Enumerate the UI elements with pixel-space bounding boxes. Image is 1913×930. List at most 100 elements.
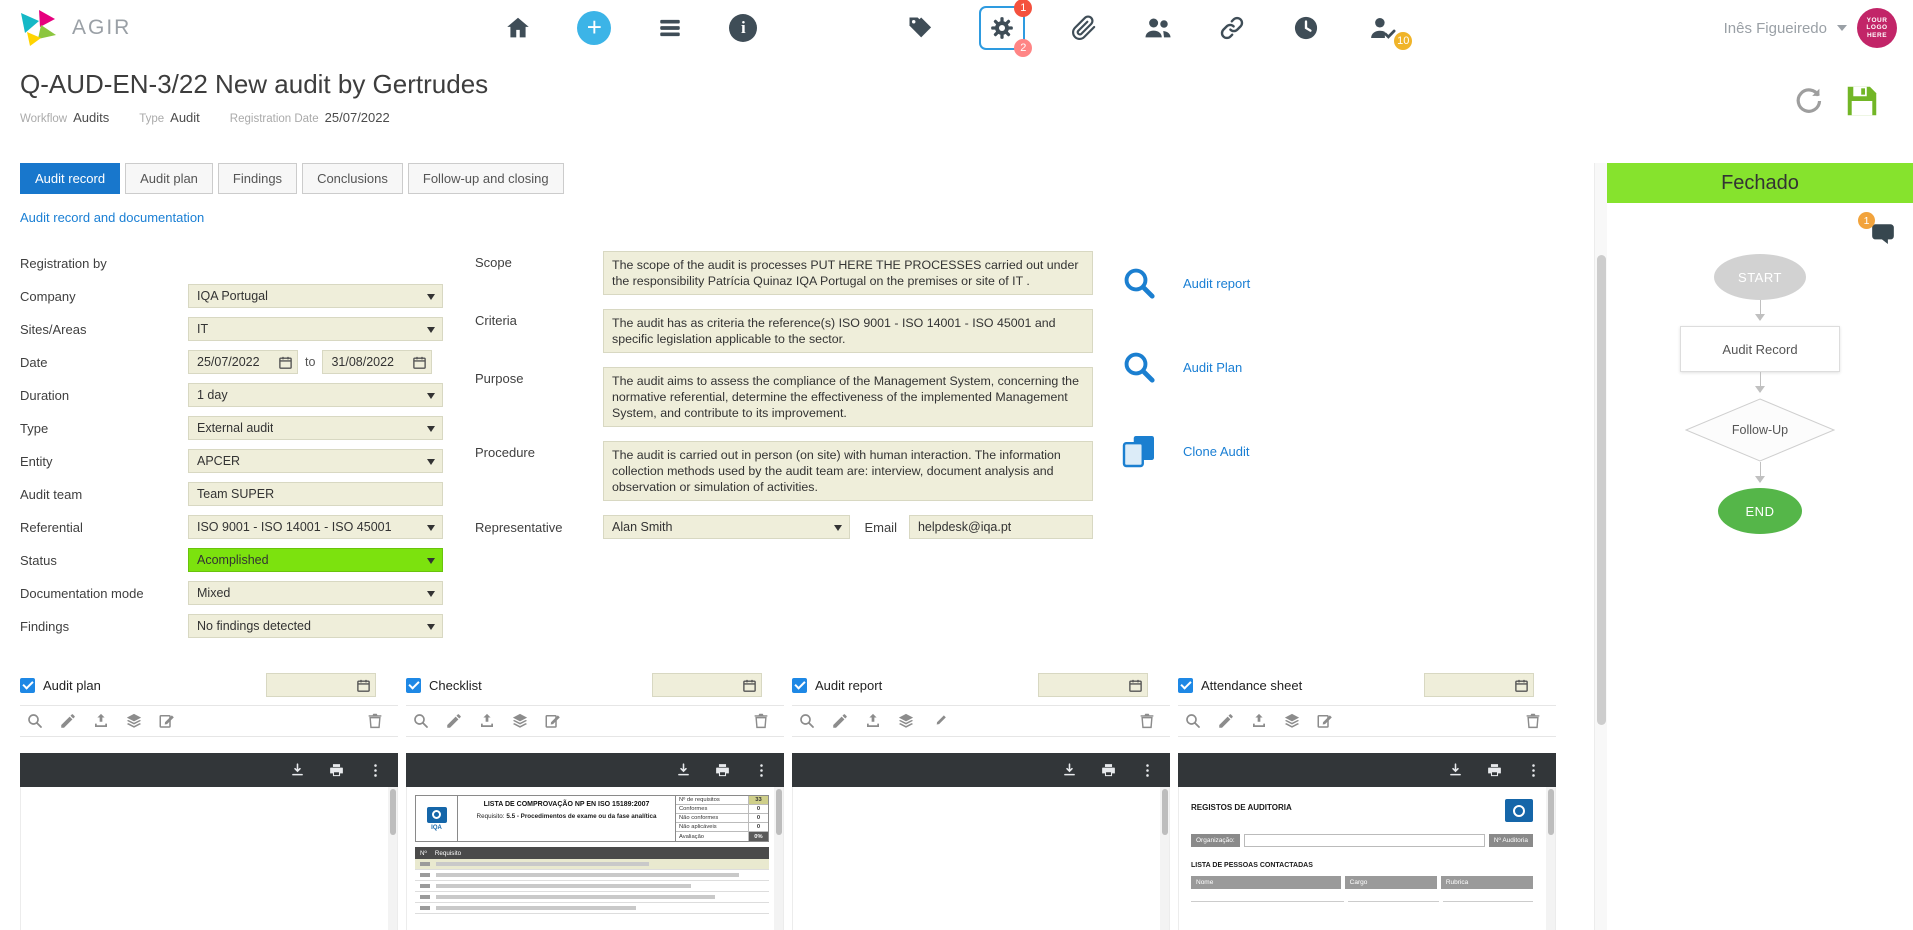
upload-icon[interactable] — [92, 712, 110, 730]
link-icon[interactable] — [1217, 13, 1247, 43]
delete-icon[interactable] — [1524, 712, 1542, 730]
tab-findings[interactable]: Findings — [217, 163, 298, 194]
date-to-input[interactable]: 31/08/2022 — [322, 350, 433, 374]
search-icon[interactable] — [412, 712, 430, 730]
checklist-date-input[interactable] — [652, 673, 762, 697]
list-icon[interactable] — [655, 13, 685, 43]
checklist-checkbox[interactable] — [406, 677, 421, 693]
comments-button[interactable]: 1 — [1858, 212, 1897, 252]
workflow-start-node[interactable]: START — [1714, 254, 1806, 300]
print-icon[interactable] — [1486, 762, 1503, 779]
layers-icon[interactable] — [511, 712, 529, 730]
workflow-decision-node[interactable]: Follow-Up — [1685, 398, 1835, 462]
more-icon[interactable] — [1525, 762, 1542, 779]
print-icon[interactable] — [328, 762, 345, 779]
search-icon[interactable] — [798, 712, 816, 730]
register-icon[interactable] — [1316, 712, 1334, 730]
audit-report-action[interactable]: Audit report — [1121, 265, 1250, 301]
audit-report-link[interactable]: Audit report — [1183, 276, 1250, 291]
audit-plan-checkbox[interactable] — [20, 677, 35, 693]
audit-plan-action[interactable]: Audit Plan — [1121, 349, 1250, 385]
findings-select[interactable]: No findings detected — [188, 614, 443, 638]
register-icon[interactable] — [544, 712, 562, 730]
register-icon[interactable] — [930, 712, 948, 730]
settings-icon-selected[interactable]: 1 2 — [979, 0, 1033, 57]
search-icon[interactable] — [1184, 712, 1202, 730]
pdf-preview-checklist[interactable]: IQA LISTA DE COMPROVAÇÃO NP EN ISO 15189… — [406, 787, 784, 930]
download-icon[interactable] — [1061, 762, 1078, 779]
download-icon[interactable] — [1447, 762, 1464, 779]
add-icon[interactable] — [577, 11, 612, 45]
tab-conclusions[interactable]: Conclusions — [302, 163, 403, 194]
clone-audit-action[interactable]: Clone Audit — [1121, 433, 1250, 469]
procedure-textarea[interactable]: The audit is carried out in person (on s… — [603, 441, 1093, 501]
avatar[interactable]: YOUR LOGO HERE — [1857, 8, 1897, 48]
info-icon[interactable] — [729, 14, 758, 42]
pdf-scrollbar[interactable] — [774, 787, 783, 930]
more-icon[interactable] — [1139, 762, 1156, 779]
edit-icon[interactable] — [445, 712, 463, 730]
company-select[interactable]: IQA Portugal — [188, 284, 443, 308]
more-icon[interactable] — [753, 762, 770, 779]
email-field[interactable]: helpdesk@iqa.pt — [908, 515, 1093, 539]
refresh-icon[interactable] — [1793, 85, 1825, 122]
delete-icon[interactable] — [1138, 712, 1156, 730]
duration-select[interactable]: 1 day — [188, 383, 443, 407]
pdf-preview-attendance-sheet[interactable]: REGISTOS DE AUDITORIA Organização: Nº Au… — [1178, 787, 1556, 930]
upload-icon[interactable] — [1250, 712, 1268, 730]
purpose-textarea[interactable]: The audit aims to assess the compliance … — [603, 367, 1093, 427]
workflow-end-node[interactable]: END — [1718, 488, 1802, 534]
workflow-task-node[interactable]: Audit Record — [1680, 326, 1840, 372]
edit-icon[interactable] — [1217, 712, 1235, 730]
scope-textarea[interactable]: The scope of the audit is processes PUT … — [603, 251, 1093, 295]
audit-plan-link[interactable]: Audit Plan — [1183, 360, 1242, 375]
delete-icon[interactable] — [366, 712, 384, 730]
pdf-preview-audit-report[interactable] — [792, 787, 1170, 930]
scrollbar-thumb[interactable] — [1597, 255, 1606, 725]
layers-icon[interactable] — [897, 712, 915, 730]
tab-follow-up[interactable]: Follow-up and closing — [407, 163, 564, 194]
download-icon[interactable] — [675, 762, 692, 779]
users-icon[interactable] — [1143, 13, 1173, 43]
delete-icon[interactable] — [752, 712, 770, 730]
status-select[interactable]: Acomplished — [188, 548, 443, 572]
criteria-textarea[interactable]: The audit has as criteria the reference(… — [603, 309, 1093, 353]
audit-report-checkbox[interactable] — [792, 677, 807, 693]
type-select[interactable]: External audit — [188, 416, 443, 440]
main-scrollbar[interactable] — [1594, 163, 1607, 930]
search-icon[interactable] — [26, 712, 44, 730]
sites-areas-select[interactable]: IT — [188, 317, 443, 341]
section-link[interactable]: Audit record and documentation — [20, 210, 204, 225]
tags-icon[interactable] — [905, 13, 935, 43]
clone-audit-link[interactable]: Clone Audit — [1183, 444, 1250, 459]
documentation-mode-select[interactable]: Mixed — [188, 581, 443, 605]
tab-audit-record[interactable]: Audit record — [20, 163, 121, 194]
pdf-scrollbar[interactable] — [1160, 787, 1169, 930]
audit-plan-date-input[interactable] — [266, 673, 376, 697]
attachment-icon[interactable] — [1069, 13, 1099, 43]
print-icon[interactable] — [714, 762, 731, 779]
date-from-input[interactable]: 25/07/2022 — [188, 350, 298, 374]
pdf-scrollbar[interactable] — [1546, 787, 1555, 930]
audit-team-input[interactable]: Team SUPER — [188, 482, 443, 506]
download-icon[interactable] — [289, 762, 306, 779]
print-icon[interactable] — [1100, 762, 1117, 779]
tab-audit-plan[interactable]: Audit plan — [125, 163, 213, 194]
history-icon[interactable] — [1291, 13, 1321, 43]
layers-icon[interactable] — [125, 712, 143, 730]
home-icon[interactable] — [503, 13, 533, 43]
user-check-icon[interactable]: 10 — [1365, 13, 1413, 50]
user-menu[interactable]: Inês Figueiredo YOUR LOGO HERE — [1724, 8, 1913, 48]
save-icon[interactable] — [1843, 82, 1881, 125]
attendance-sheet-date-input[interactable] — [1424, 673, 1534, 697]
entity-select[interactable]: APCER — [188, 449, 443, 473]
edit-icon[interactable] — [831, 712, 849, 730]
edit-icon[interactable] — [59, 712, 77, 730]
register-icon[interactable] — [158, 712, 176, 730]
referential-select[interactable]: ISO 9001 - ISO 14001 - ISO 45001 — [188, 515, 443, 539]
layers-icon[interactable] — [1283, 712, 1301, 730]
app-logo[interactable]: AGIR — [0, 8, 131, 48]
more-icon[interactable] — [367, 762, 384, 779]
audit-report-date-input[interactable] — [1038, 673, 1148, 697]
upload-icon[interactable] — [864, 712, 882, 730]
